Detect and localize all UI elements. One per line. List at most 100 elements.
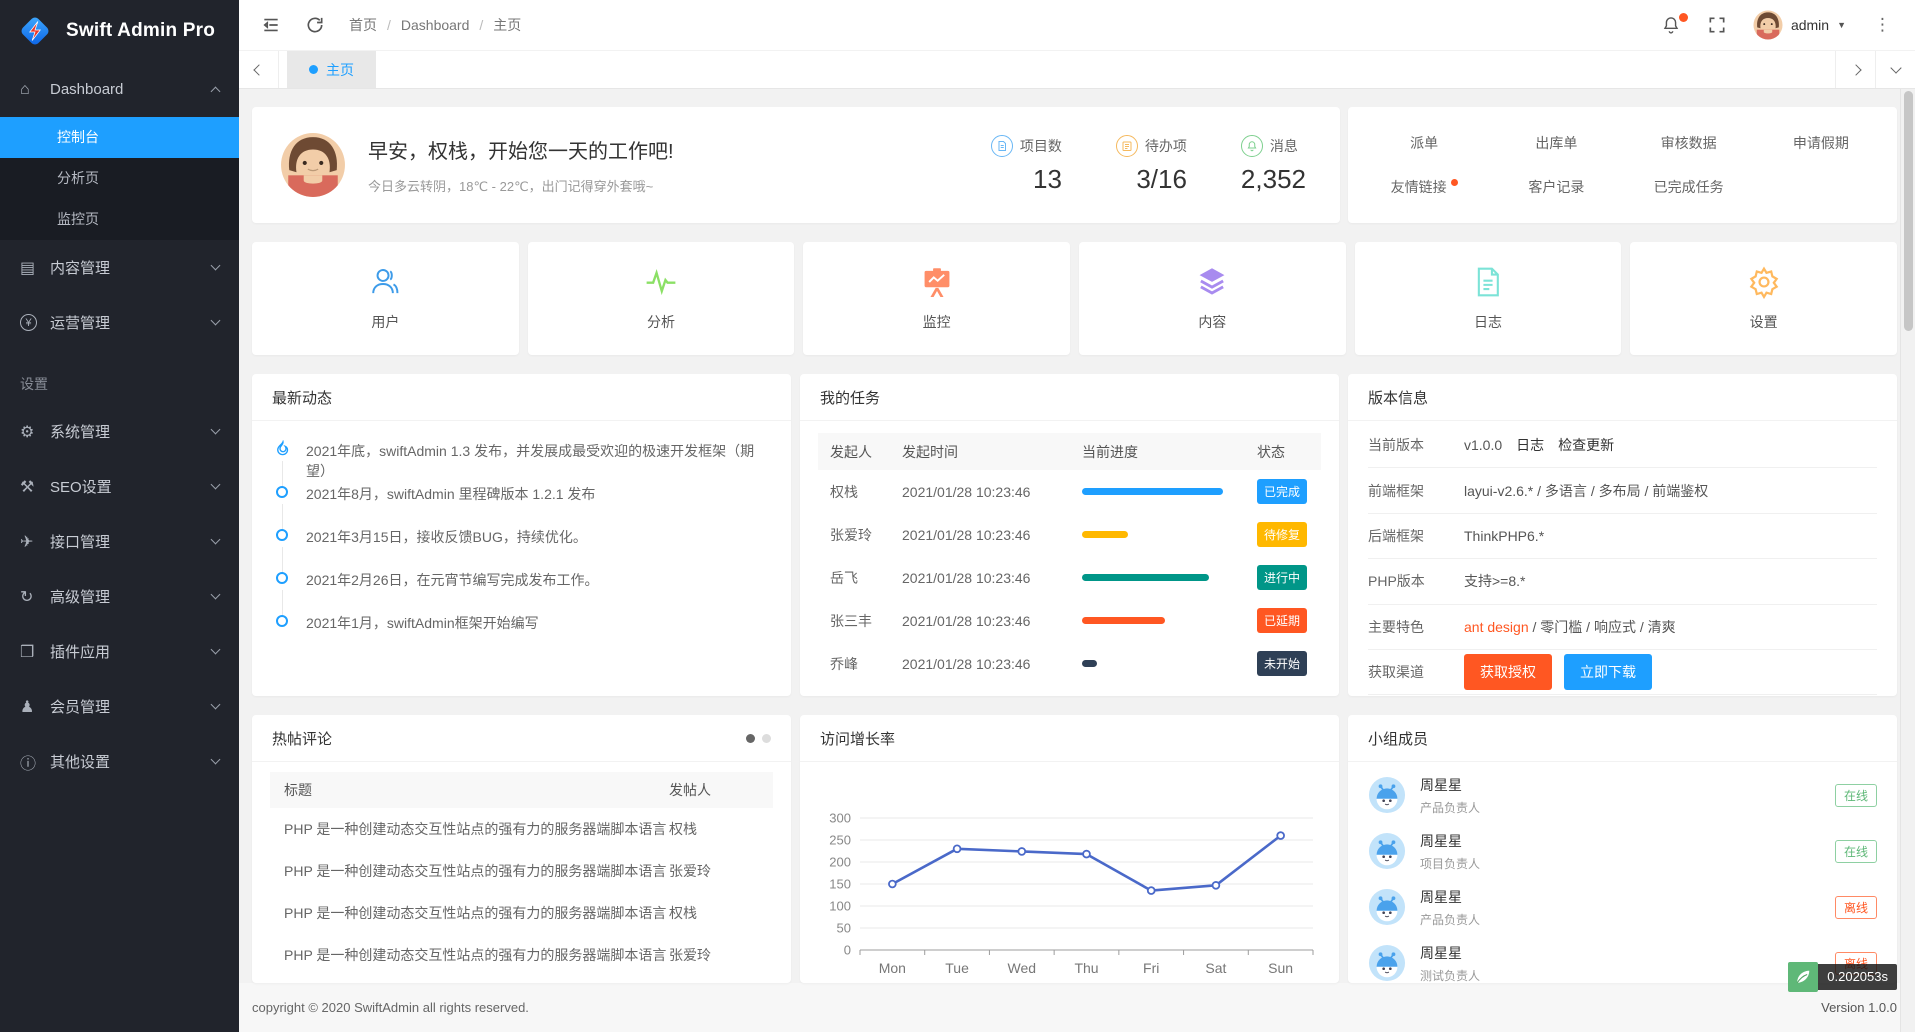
more-menu-icon[interactable]: ⋮ — [1872, 15, 1893, 35]
timeline-item: 2021年2月26日，在元宵节编写完成发布工作。 — [274, 570, 769, 613]
task-row[interactable]: 岳飞2021/01/28 10:23:46进行中 — [818, 556, 1321, 599]
app-window: Swift Admin Pro ⌂Dashboard控制台分析页监控页▤内容管理… — [0, 0, 1915, 1032]
carousel-dot[interactable] — [762, 734, 771, 743]
shortcut-分析[interactable]: 分析 — [528, 242, 795, 355]
svg-text:Sat: Sat — [1205, 960, 1226, 976]
tab-scroll-left-button[interactable] — [239, 51, 279, 88]
tab-scroll-right-button[interactable] — [1835, 51, 1875, 88]
sidebar-subitem-分析页[interactable]: 分析页 — [0, 158, 239, 199]
sidebar-item-label: 会员管理 — [50, 696, 212, 717]
quick-link-友情链接[interactable]: 友情链接 — [1358, 177, 1490, 197]
member-status-badge: 离线 — [1835, 896, 1877, 919]
chevron-down-icon — [211, 425, 221, 435]
sidebar-item-Dashboard[interactable]: ⌂Dashboard — [0, 62, 239, 117]
task-row[interactable]: 权栈2021/01/28 10:23:46已完成 — [818, 470, 1321, 513]
version-row-当前版本: 当前版本v1.0.0日志检查更新 — [1368, 423, 1877, 468]
member-role: 产品负责人 — [1420, 799, 1480, 816]
task-time: 2021/01/28 10:23:46 — [902, 613, 1082, 629]
sidebar-item-label: 运营管理 — [50, 312, 212, 333]
breadcrumb-item[interactable]: 首页 — [349, 15, 377, 35]
layers-icon — [1195, 265, 1229, 302]
sidebar-subitem-控制台[interactable]: 控制台 — [0, 117, 239, 158]
shortcut-row: 用户分析监控内容日志设置 — [252, 242, 1897, 355]
download-button[interactable]: 立即下载 — [1564, 654, 1652, 690]
sidebar-item-系统管理[interactable]: ⚙系统管理 — [0, 404, 239, 459]
task-row[interactable]: 乔峰2021/01/28 10:23:46未开始 — [818, 642, 1321, 685]
sidebar-item-label: 插件应用 — [50, 641, 212, 662]
version-link-检查更新[interactable]: 检查更新 — [1558, 437, 1614, 453]
task-status-badge: 已完成 — [1257, 479, 1307, 504]
footer: copyright © 2020 SwiftAdmin all rights r… — [239, 983, 1915, 1032]
sidebar-item-插件应用[interactable]: ❒插件应用 — [0, 624, 239, 679]
breadcrumb-item[interactable]: 主页 — [493, 15, 521, 35]
task-time: 2021/01/28 10:23:46 — [902, 570, 1082, 586]
breadcrumb: 首页/Dashboard/主页 — [349, 15, 521, 35]
hot-post-row[interactable]: PHP 是一种创建动态交互性站点的强有力的服务器端脚本语言权栈 — [270, 892, 773, 934]
shortcut-监控[interactable]: 监控 — [803, 242, 1070, 355]
member-name: 周星星 — [1420, 775, 1480, 795]
quick-link-已完成任务[interactable]: 已完成任务 — [1623, 177, 1755, 197]
hot-posts-table: 标题 发帖人 PHP 是一种创建动态交互性站点的强有力的服务器端脚本语言权栈PH… — [252, 762, 791, 983]
sidebar-section-label: 设置 — [0, 350, 239, 404]
task-progress-bar — [1082, 574, 1235, 581]
scrollbar-thumb[interactable] — [1904, 91, 1913, 331]
shortcut-设置[interactable]: 设置 — [1630, 242, 1897, 355]
task-time: 2021/01/28 10:23:46 — [902, 484, 1082, 500]
get-license-button[interactable]: 获取授权 — [1464, 654, 1552, 690]
carousel-dots — [746, 734, 771, 743]
fullscreen-icon[interactable] — [1707, 15, 1727, 35]
post-author: 张爱玲 — [669, 945, 759, 965]
sidebar-subitem-监控页[interactable]: 监控页 — [0, 199, 239, 240]
version-link-日志[interactable]: 日志 — [1516, 437, 1544, 453]
svg-text:50: 50 — [837, 921, 851, 936]
sidebar-item-内容管理[interactable]: ▤内容管理 — [0, 240, 239, 295]
shortcut-用户[interactable]: 用户 — [252, 242, 519, 355]
task-row[interactable]: 张三丰2021/01/28 10:23:46已延期 — [818, 599, 1321, 642]
timeline-item: 2021年1月，swiftAdmin框架开始编写 — [274, 613, 769, 656]
monitor-board-icon — [920, 265, 954, 302]
quick-link-客户记录[interactable]: 客户记录 — [1490, 177, 1622, 197]
stat-label: 待办项 — [1145, 136, 1187, 156]
sidebar-item-label: 其他设置 — [50, 751, 212, 772]
red-dot-indicator — [1451, 179, 1458, 186]
member-row[interactable]: 周星星产品负责人离线 — [1368, 879, 1877, 935]
carousel-dot-active[interactable] — [746, 734, 755, 743]
tab-menu-button[interactable] — [1875, 51, 1915, 88]
sidebar-item-其他设置[interactable]: ⓘ其他设置 — [0, 734, 239, 789]
refresh-icon[interactable] — [305, 15, 325, 35]
hot-post-row[interactable]: PHP 是一种创建动态交互性站点的强有力的服务器端脚本语言张爱玲 — [270, 850, 773, 892]
member-row[interactable]: 周星星项目负责人在线 — [1368, 823, 1877, 879]
home-icon: ⌂ — [20, 81, 50, 99]
shortcut-日志[interactable]: 日志 — [1355, 242, 1622, 355]
sidebar-item-接口管理[interactable]: ✈接口管理 — [0, 514, 239, 569]
quick-link-派单[interactable]: 派单 — [1358, 133, 1490, 153]
version-card: 版本信息 当前版本v1.0.0日志检查更新前端框架layui-v2.6.* / … — [1348, 374, 1897, 696]
content: 早安，权栈，开始您一天的工作吧! 今日多云转阴，18℃ - 22℃，出门记得穿外… — [239, 89, 1915, 983]
task-row[interactable]: 张爱玲2021/01/28 10:23:46待修复 — [818, 513, 1321, 556]
menu-fold-icon[interactable] — [261, 15, 281, 35]
welcome-stats: 项目数13待办项3/16消息2,352 — [991, 135, 1312, 195]
quick-link-审核数据[interactable]: 审核数据 — [1623, 133, 1755, 153]
col-initiator: 发起人 — [830, 442, 902, 462]
notifications-bell-icon[interactable] — [1661, 15, 1681, 35]
sidebar-item-会员管理[interactable]: ♟会员管理 — [0, 679, 239, 734]
vertical-scrollbar[interactable] — [1900, 89, 1915, 1032]
timeline-item: 2021年3月15日，接收反馈BUG，持续优化。 — [274, 527, 769, 570]
stat-label: 项目数 — [1020, 136, 1062, 156]
quick-link-出库单[interactable]: 出库单 — [1490, 133, 1622, 153]
sidebar-item-运营管理[interactable]: ¥运营管理 — [0, 295, 239, 350]
hot-post-row[interactable]: PHP 是一种创建动态交互性站点的强有力的服务器端脚本语言权栈 — [270, 808, 773, 850]
logo[interactable]: Swift Admin Pro — [0, 0, 239, 62]
breadcrumb-separator: / — [479, 17, 483, 33]
quick-link-申请假期[interactable]: 申请假期 — [1755, 133, 1887, 153]
sidebar-item-高级管理[interactable]: ↻高级管理 — [0, 569, 239, 624]
sidebar-item-SEO设置[interactable]: ⚒SEO设置 — [0, 459, 239, 514]
tab-主页[interactable]: 主页 — [287, 51, 376, 88]
member-row[interactable]: 周星星产品负责人在线 — [1368, 767, 1877, 823]
breadcrumb-item[interactable]: Dashboard — [401, 17, 470, 33]
member-avatar — [1368, 944, 1406, 982]
shortcut-内容[interactable]: 内容 — [1079, 242, 1346, 355]
hot-post-row[interactable]: PHP 是一种创建动态交互性站点的强有力的服务器端脚本语言张爱玲 — [270, 934, 773, 976]
hot-post-row[interactable]: PHP 是一种创建动态交互性站点的强有力的服务器端脚本语言权栈 — [270, 976, 773, 983]
user-menu[interactable]: admin ▼ — [1753, 10, 1846, 40]
